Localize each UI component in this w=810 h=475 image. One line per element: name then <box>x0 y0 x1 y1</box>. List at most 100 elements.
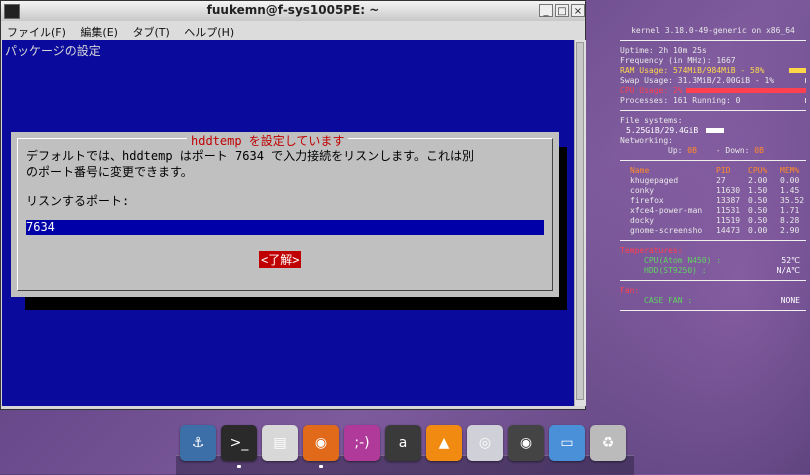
col-name: Name <box>630 166 650 175</box>
dock: ⚓ >_ ▤ ◉ ;-) a ▲ ◎ ◉ ▭ ♻ <box>180 425 630 474</box>
process-pid: 27 <box>716 176 726 185</box>
process-row: conky 11630 1.50 1.45 <box>620 186 806 196</box>
process-mem: 0.00 <box>780 176 800 185</box>
terminal-scrollbar[interactable] <box>574 40 586 406</box>
dialog-message-line2: のポート番号に変更できます。 <box>26 165 193 179</box>
process-mem: 8.28 <box>780 216 800 225</box>
window-title: fuukemn@f-sys1005PE: ~ <box>206 3 380 17</box>
process-count: Processes: 161 Running: 0 <box>620 96 741 105</box>
process-name: xfce4-power-man <box>630 206 703 215</box>
trash-icon[interactable]: ♻ <box>590 425 626 461</box>
config-dialog: hddtemp を設定しています デフォルトでは、hddtemp はポート 76… <box>11 132 559 297</box>
running-indicator <box>237 465 241 468</box>
minimize-button[interactable]: _ <box>539 4 553 17</box>
cpu-temp-label: CPU(Atom N450) : <box>644 256 722 265</box>
process-mem: 35.52 <box>780 196 805 205</box>
file-cabinet-icon[interactable]: ▤ <box>262 425 298 461</box>
hdd-temp-label: HDD(ST9250) : <box>644 266 707 275</box>
vlc-icon[interactable]: ▲ <box>426 425 462 461</box>
screen-icon[interactable]: ▭ <box>549 425 585 461</box>
process-table-header: Name PID CPU% MEM% <box>620 166 806 176</box>
kernel-info: kernel 3.18.0-49-generic on x86_64 <box>631 26 795 35</box>
networking-label: Networking: <box>620 136 673 145</box>
process-pid: 14473 <box>716 226 741 235</box>
terminal-window: fuukemn@f-sys1005PE: ~ _ □ × ファイル(F) 編集(… <box>0 0 586 410</box>
process-row: gnome-screensho 14473 0.00 2.90 <box>620 226 806 236</box>
ok-button[interactable]: <了解> <box>259 251 302 268</box>
process-name: docky <box>630 216 655 225</box>
process-row: xfce4-power-man 11531 0.50 1.71 <box>620 206 806 216</box>
case-fan-value: NONE <box>780 296 800 305</box>
conky-monitor: kernel 3.18.0-49-generic on x86_64 Uptim… <box>620 26 806 316</box>
divider <box>620 280 806 281</box>
anchor-icon[interactable]: ⚓ <box>180 425 216 461</box>
menu-tabs[interactable]: タブ(T) <box>126 21 174 40</box>
process-mem: 1.45 <box>780 186 800 195</box>
ram-usage: RAM Usage: 574MiB/984MiB - 58% <box>620 66 765 75</box>
fan-header: Fan: <box>620 286 640 295</box>
ram-usage-bar <box>789 68 806 73</box>
menubar: ファイル(F) 編集(E) タブ(T) ヘルプ(H) <box>1 21 585 40</box>
swap-usage-bar <box>805 78 806 83</box>
cpu-usage-bar <box>686 88 806 93</box>
menu-help[interactable]: ヘルプ(H) <box>178 21 239 40</box>
filesystem-bar <box>706 128 724 133</box>
net-up-value: 0B <box>687 146 697 155</box>
divider <box>620 310 806 311</box>
process-mem: 1.71 <box>780 206 800 215</box>
process-row: firefox 13387 0.50 35.52 <box>620 196 806 206</box>
process-row: khugepaged 27 2.00 0.00 <box>620 176 806 186</box>
cpu-usage: CPU Usage: 2% <box>620 86 683 95</box>
divider <box>620 160 806 161</box>
port-input[interactable]: 7634 <box>26 220 544 235</box>
dialog-title: hddtemp を設定しています <box>187 132 349 149</box>
terminal-screen[interactable]: パッケージの設定 hddtemp を設定しています デフォルトでは、hddtem… <box>2 40 574 406</box>
process-cpu: 2.00 <box>748 176 768 185</box>
process-pid: 11519 <box>716 216 741 225</box>
dialog-message-line1: デフォルトでは、hddtemp はポート 7634 で入力接続をリスンします。こ… <box>26 149 474 163</box>
menu-edit[interactable]: 編集(E) <box>74 21 123 40</box>
process-pid: 11630 <box>716 186 741 195</box>
process-name: firefox <box>630 196 664 205</box>
process-cpu: 0.50 <box>748 206 768 215</box>
maximize-button[interactable]: □ <box>555 4 569 17</box>
col-cpu: CPU% <box>748 166 768 175</box>
process-name: conky <box>630 186 655 195</box>
col-pid: PID <box>716 166 731 175</box>
process-cpu: 0.50 <box>748 196 768 205</box>
col-mem: MEM% <box>780 166 800 175</box>
menu-file[interactable]: ファイル(F) <box>1 21 71 40</box>
case-fan-label: CASE FAN : <box>644 296 693 305</box>
divider <box>620 240 806 241</box>
temperatures-header: Temperatures: <box>620 246 683 255</box>
window-titlebar[interactable]: fuukemn@f-sys1005PE: ~ _ □ × <box>1 1 585 22</box>
net-up-label: Up: <box>668 146 683 155</box>
dialog-message: デフォルトでは、hddtemp はポート 7634 で入力接続をリスンします。こ… <box>26 148 474 180</box>
uptime: Uptime: 2h 10m 25s <box>620 46 707 55</box>
process-cpu: 1.50 <box>748 186 768 195</box>
divider <box>620 110 806 111</box>
process-cpu: 0.50 <box>748 216 768 225</box>
amazon-icon[interactable]: a <box>385 425 421 461</box>
terminal-icon[interactable]: >_ <box>221 425 257 461</box>
chat-icon[interactable]: ;-) <box>344 425 380 461</box>
process-name: gnome-screensho <box>630 226 703 235</box>
cpu-frequency: Frequency (in MHz): 1667 <box>620 56 736 65</box>
process-row: docky 11519 0.50 8.28 <box>620 216 806 226</box>
close-button[interactable]: × <box>571 4 585 17</box>
process-pid: 11531 <box>716 206 741 215</box>
process-mem: 2.90 <box>780 226 800 235</box>
process-name: khugepaged <box>630 176 679 185</box>
filesystem-usage: 5.25GiB/29.4GiB <box>626 126 699 135</box>
cpu-temp-value: 52℃ <box>781 256 800 265</box>
disc-icon[interactable]: ◎ <box>467 425 503 461</box>
filesystems-label: File systems: <box>620 116 683 125</box>
net-down-label: - Down: <box>715 146 750 155</box>
process-bar <box>805 98 806 103</box>
camera-icon[interactable]: ◉ <box>508 425 544 461</box>
process-pid: 13387 <box>716 196 741 205</box>
firefox-icon[interactable]: ◉ <box>303 425 339 461</box>
scrollbar-thumb[interactable] <box>576 42 584 400</box>
swap-usage: Swap Usage: 31.3MiB/2.00GiB - 1% <box>620 76 775 85</box>
running-indicator <box>319 465 323 468</box>
